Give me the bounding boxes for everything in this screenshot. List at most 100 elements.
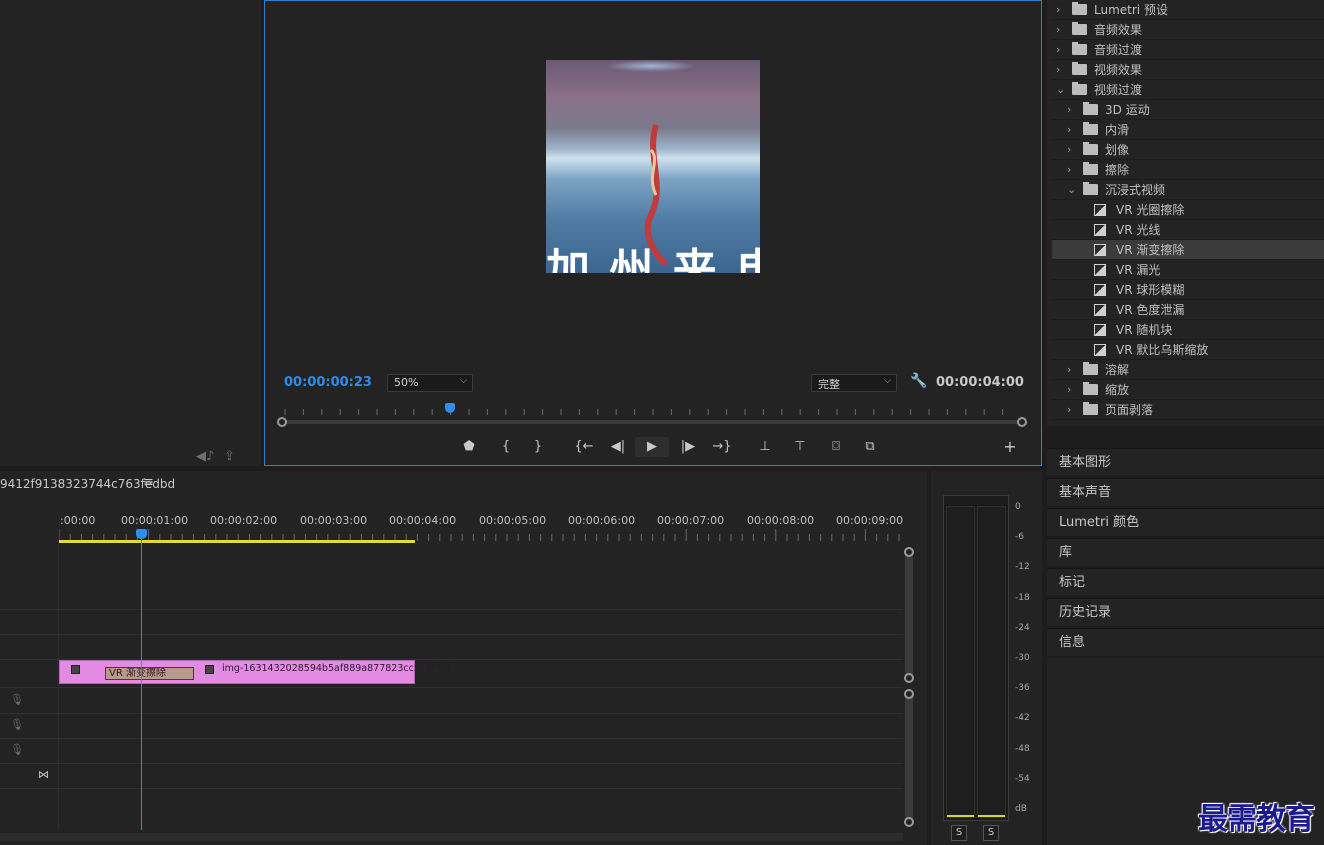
master-bowtie-icon[interactable]: ⋈: [38, 768, 49, 781]
effects-tree-item[interactable]: › 擦除: [1052, 160, 1324, 180]
settings-wrench-icon[interactable]: 🔧: [910, 373, 927, 389]
side-panel-tab[interactable]: 历史记录: [1047, 598, 1324, 626]
fx-badge-icon: [205, 665, 214, 674]
mark-out-button[interactable]: }: [526, 437, 550, 457]
playback-resolution-select[interactable]: 完整 ⌵: [811, 374, 897, 392]
side-panel-tab[interactable]: 标记: [1047, 568, 1324, 596]
effects-tree-label: VR 漏光: [1116, 263, 1161, 277]
program-time-ruler[interactable]: [277, 403, 1027, 415]
chevron-down-icon[interactable]: ⌄: [1067, 180, 1077, 200]
effects-tree-item[interactable]: › 缩放: [1052, 380, 1324, 400]
video-caption: 加 州 来 电: [546, 245, 760, 273]
db-scale-label: -36: [1015, 683, 1030, 694]
effects-tree-item[interactable]: › 划像: [1052, 140, 1324, 160]
timeline-tick-label: 00:00:07:00: [657, 514, 725, 527]
effects-tree-item[interactable]: VR 渐变擦除: [1052, 240, 1324, 260]
chevron-right-icon[interactable]: ›: [1056, 20, 1066, 40]
effects-tree-item[interactable]: › 页面剥落: [1052, 400, 1324, 420]
comparison-view-button[interactable]: ⧉: [858, 437, 882, 457]
effects-tree-label: VR 球形模糊: [1116, 283, 1185, 297]
folder-icon: [1083, 382, 1098, 395]
program-playhead[interactable]: [445, 403, 455, 413]
timeline-tick-label: :00:00: [60, 514, 96, 527]
zoom-level-select[interactable]: 50% ⌵: [387, 374, 473, 392]
side-panel-tab[interactable]: Lumetri 颜色: [1047, 508, 1324, 536]
program-zoom-scrollbar[interactable]: [277, 417, 1027, 427]
effects-tree-item[interactable]: ⌄ 视频过渡: [1052, 80, 1324, 100]
meter-right-channel: [977, 506, 1006, 818]
side-panel-tab[interactable]: 基本图形: [1047, 448, 1324, 476]
play-button[interactable]: ▶: [635, 437, 669, 457]
effects-tree-item[interactable]: VR 球形模糊: [1052, 280, 1324, 300]
effects-tree-item[interactable]: VR 光圈擦除: [1052, 200, 1324, 220]
video-clip[interactable]: VR 渐变擦除 img-1631432028594b5af889a877823c…: [59, 660, 451, 684]
go-to-out-button[interactable]: →}: [710, 437, 734, 457]
chevron-right-icon[interactable]: ›: [1067, 100, 1077, 120]
solo-left-button[interactable]: S: [951, 825, 967, 841]
effects-tree-item[interactable]: VR 漏光: [1052, 260, 1324, 280]
playhead-timecode[interactable]: 00:00:00:23: [284, 375, 372, 390]
timeline-playhead-line[interactable]: [141, 530, 142, 830]
side-panel-tab[interactable]: 库: [1047, 538, 1324, 566]
effects-tree-item[interactable]: › 内滑: [1052, 120, 1324, 140]
chevron-right-icon[interactable]: ›: [1067, 380, 1077, 400]
audio-meter-panel: 0 -6 -12 -18 -24 -30 -36 -42 -48 -54 dB S S: [931, 471, 1042, 845]
effects-tree-item[interactable]: ⌄ 沉浸式视频: [1052, 180, 1324, 200]
effects-tree-item[interactable]: › 视频效果: [1052, 60, 1324, 80]
effects-tree-item[interactable]: VR 光线: [1052, 220, 1324, 240]
insert-audio-icon[interactable]: ◀♪: [196, 449, 214, 464]
panel-menu-icon[interactable]: ≡: [143, 475, 154, 490]
scroll-handle[interactable]: [904, 689, 914, 699]
effects-tree-item[interactable]: › 3D 运动: [1052, 100, 1324, 120]
chevron-right-icon[interactable]: ›: [1067, 140, 1077, 160]
chevron-right-icon[interactable]: ›: [1056, 0, 1066, 20]
extract-button[interactable]: ⊤: [788, 437, 812, 457]
scroll-handle[interactable]: [904, 673, 914, 683]
scroll-end-handle[interactable]: [1017, 417, 1027, 427]
audio-tracks-scrollbar[interactable]: [905, 697, 913, 822]
export-frame-icon[interactable]: ⇪: [224, 449, 235, 464]
chevron-right-icon[interactable]: ›: [1056, 60, 1066, 80]
transition-icon: [1094, 224, 1106, 236]
scroll-start-handle[interactable]: [277, 417, 287, 427]
effects-tree-item[interactable]: VR 默比乌斯缩放: [1052, 340, 1324, 360]
timeline-horizontal-scrollbar[interactable]: [0, 833, 903, 841]
add-marker-button[interactable]: ⬟: [457, 437, 481, 457]
chevron-right-icon[interactable]: ›: [1067, 360, 1077, 380]
chevron-right-icon[interactable]: ›: [1067, 120, 1077, 140]
video-tracks-scrollbar[interactable]: [905, 555, 913, 680]
microphone-icon[interactable]: 🎙: [10, 718, 24, 731]
effects-tree-item[interactable]: › Lumetri 预设: [1052, 0, 1324, 20]
timeline-playhead-handle[interactable]: [136, 529, 147, 539]
effects-tree-item[interactable]: › 音频过渡: [1052, 40, 1324, 60]
effects-tree-item[interactable]: VR 随机块: [1052, 320, 1324, 340]
step-forward-button[interactable]: |▶: [676, 437, 700, 457]
chevron-right-icon[interactable]: ›: [1067, 160, 1077, 180]
go-to-in-button[interactable]: {←: [572, 437, 596, 457]
effects-tree-item[interactable]: › 音频效果: [1052, 20, 1324, 40]
side-panel-tab[interactable]: 信息: [1047, 628, 1324, 656]
scroll-handle[interactable]: [904, 817, 914, 827]
lift-button[interactable]: ⊥: [753, 437, 777, 457]
chevron-down-icon[interactable]: ⌄: [1056, 80, 1066, 100]
effects-tree-item[interactable]: VR 色度泄漏: [1052, 300, 1324, 320]
side-panel-tab[interactable]: 基本声音: [1047, 478, 1324, 506]
step-back-button[interactable]: ◀|: [606, 437, 630, 457]
effects-tree-label: 划像: [1105, 143, 1130, 157]
folder-icon: [1072, 42, 1087, 55]
timeline-tick-label: 00:00:03:00: [300, 514, 368, 527]
solo-right-button[interactable]: S: [983, 825, 999, 841]
transition-block[interactable]: VR 渐变擦除: [105, 667, 194, 680]
button-editor-plus-button[interactable]: +: [998, 437, 1022, 457]
scroll-handle[interactable]: [904, 547, 914, 557]
microphone-icon[interactable]: 🎙: [10, 693, 24, 706]
effects-tree-item[interactable]: › 溶解: [1052, 360, 1324, 380]
export-frame-button[interactable]: ⌼: [824, 437, 848, 457]
mark-in-button[interactable]: {: [494, 437, 518, 457]
playback-resolution-value: 完整: [818, 378, 840, 391]
watermark-logo: 最需教育: [1198, 802, 1315, 837]
chevron-right-icon[interactable]: ›: [1056, 40, 1066, 60]
microphone-icon[interactable]: 🎙: [10, 743, 24, 756]
chevron-right-icon[interactable]: ›: [1067, 400, 1077, 420]
effects-tree-label: 视频效果: [1094, 63, 1143, 77]
